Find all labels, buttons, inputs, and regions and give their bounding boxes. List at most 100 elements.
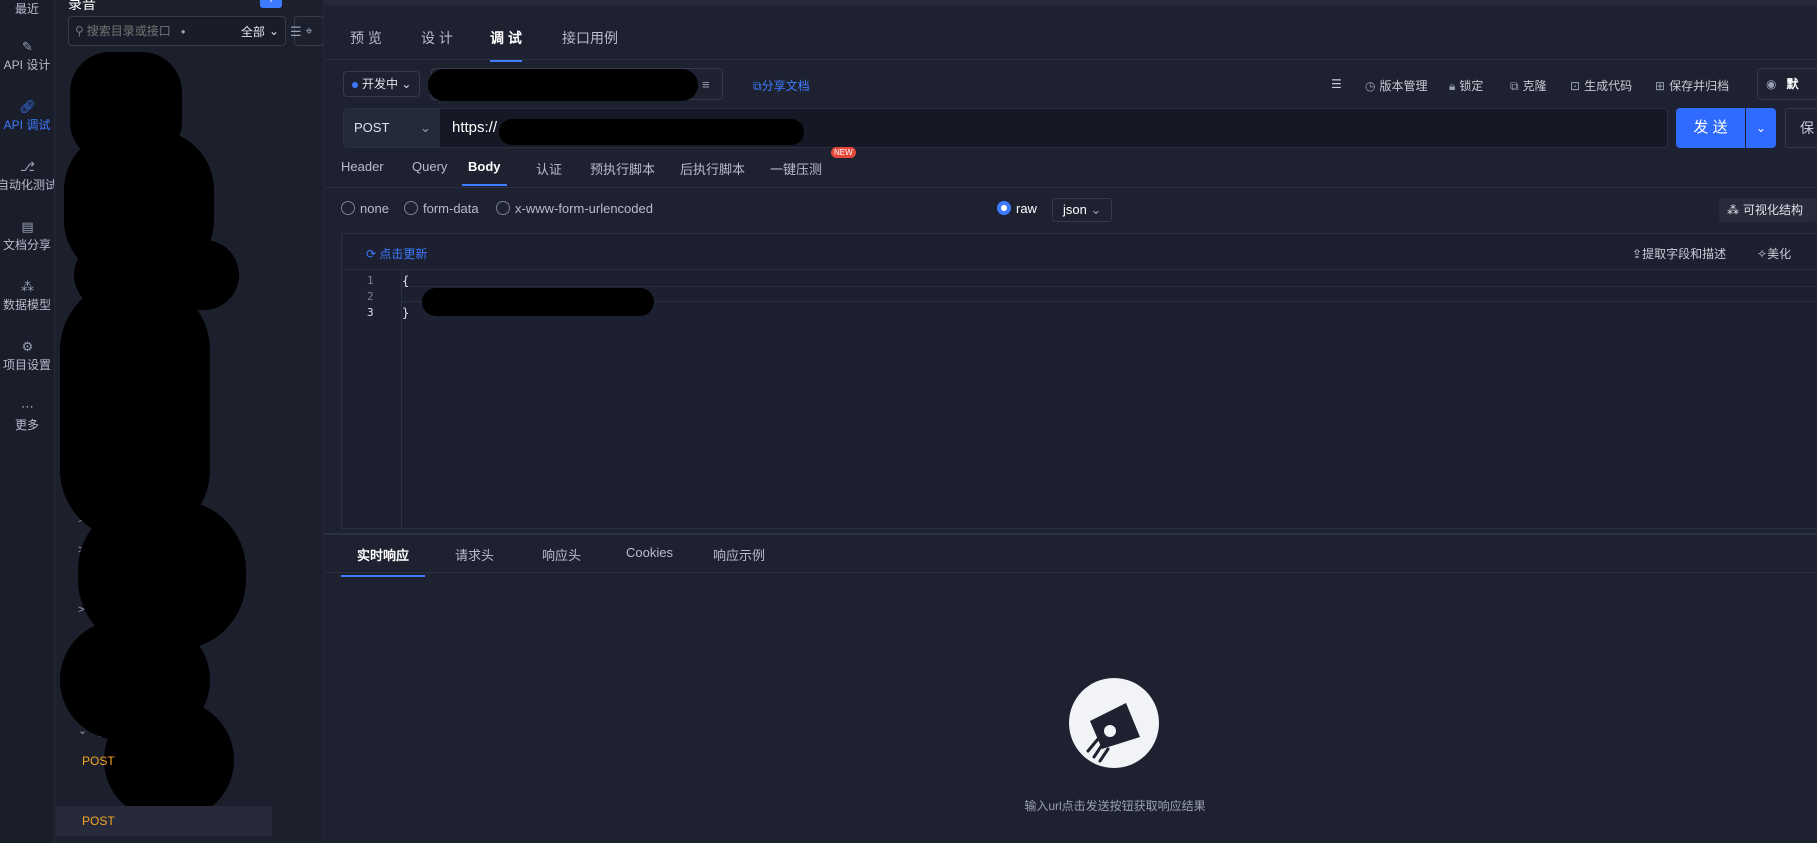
tab-cases[interactable]: 接口用例 — [562, 28, 618, 60]
rail-label: 数据模型 — [2, 298, 51, 312]
magic-wand-icon: ✧ — [1757, 247, 1768, 261]
rail-label: API 设计 — [3, 58, 51, 72]
extract-fields-button[interactable]: ⇪提取字段和描述 — [1632, 245, 1726, 262]
doc-share-icon: ▤ — [21, 219, 34, 234]
rail-item-project-settings[interactable]: ⚙ 项目设置 — [0, 338, 54, 373]
upload-icon: ⇪ — [1632, 247, 1643, 261]
search-input[interactable] — [86, 24, 177, 38]
rail-item-api-debug[interactable]: 🔗︎ API 调试 — [0, 98, 54, 133]
tab-pre-script[interactable]: 预执行脚本 — [590, 159, 655, 188]
method-label: POST — [354, 120, 390, 135]
method-select[interactable]: POST ⌄ — [344, 109, 440, 147]
tab-body[interactable]: Body — [462, 159, 507, 186]
tab-query[interactable]: Query — [412, 159, 447, 184]
editor-header: ⟳ 点击更新 ⇪提取字段和描述 ✧美化 — [342, 234, 1817, 270]
tree-search[interactable]: ⚲ ● 全部 ⌄ — [68, 16, 286, 46]
send-button[interactable]: 发 送 — [1676, 108, 1745, 148]
tool-label: 版本管理 — [1379, 79, 1428, 93]
redaction — [422, 288, 654, 316]
copy-icon: ⧉ — [1510, 79, 1519, 93]
tool-label: 克隆 — [1522, 79, 1547, 93]
code-line: { — [402, 274, 410, 288]
filter-icon[interactable]: ☰ — [290, 24, 302, 40]
clone-button[interactable]: ⧉ 克隆 — [1510, 77, 1547, 94]
tab-auth[interactable]: 认证 — [536, 159, 562, 188]
rail-item-doc-share[interactable]: ▤ 文档分享 — [0, 218, 54, 253]
body-editor[interactable]: ⟳ 点击更新 ⇪提取字段和描述 ✧美化 1 2 3 { } — [341, 233, 1817, 529]
preview-label: 默 — [1786, 77, 1799, 91]
env-label: 开发中 — [362, 77, 399, 91]
code-icon: ⊡ — [1570, 79, 1581, 93]
share-label: 分享文档 — [761, 79, 810, 93]
code-line: } — [402, 306, 410, 320]
tab-cookies[interactable]: Cookies — [626, 545, 673, 571]
save-archive-button[interactable]: ⊞ 保存并归档 — [1655, 77, 1729, 94]
tool-label: 保存并归档 — [1669, 79, 1730, 93]
external-link-icon: ⧉ — [753, 79, 762, 93]
rail-label: 文档分享 — [2, 238, 51, 252]
line-gutter: 1 2 3 — [342, 270, 402, 528]
add-button[interactable]: + — [260, 0, 282, 8]
settings-icon: ⚙ — [21, 339, 34, 354]
main-panel: 预 览 设 计 调 试 接口用例 开发中 ⌄ ≡ ⧉分享文档 ☰ ◷ 版本管理 🔒… — [325, 0, 1817, 843]
rail-item-recent[interactable]: 最近 — [0, 0, 54, 17]
viz-label: 可视化结构 — [1743, 203, 1804, 217]
radio-label: x-www-form-urlencoded — [515, 201, 653, 216]
more-icon: ⋯ — [21, 399, 34, 414]
status-dot — [352, 81, 358, 88]
url-text: https:// — [452, 119, 498, 136]
tab-response-example[interactable]: 响应示例 — [713, 545, 765, 575]
chevron-down-icon: ⌄ — [1090, 202, 1102, 217]
line-number: 1 — [367, 274, 374, 287]
tab-header[interactable]: Header — [341, 159, 384, 184]
redaction — [428, 69, 698, 101]
radio-circle — [404, 201, 418, 215]
eye-icon: ◉ — [1766, 77, 1777, 91]
share-doc-link[interactable]: ⧉分享文档 — [753, 77, 810, 94]
left-rail: 最近 ✎ API 设计 🔗︎ API 调试 ⎇ 自动化测试 ▤ 文档分享 ⁂ 数… — [0, 0, 55, 843]
rail-item-auto-test[interactable]: ⎇ 自动化测试 — [0, 158, 54, 193]
json-view-button[interactable]: {} — [1811, 198, 1817, 222]
lock-button[interactable]: 🔒︎ 锁定 — [1449, 77, 1483, 94]
env-select[interactable]: 开发中 ⌄ — [343, 71, 421, 97]
version-button[interactable]: ◷ 版本管理 — [1365, 77, 1428, 94]
send-dropdown[interactable]: ⌄ — [1746, 108, 1776, 148]
response-tabs: 实时响应 请求头 响应头 Cookies 响应示例 — [325, 533, 1817, 577]
outline-icon[interactable]: ☰ — [1331, 77, 1342, 91]
tab-debug[interactable]: 调 试 — [490, 28, 522, 62]
radio-urlencoded[interactable]: x-www-form-urlencoded — [496, 201, 653, 216]
url-input[interactable]: POST ⌄ https:// — [343, 108, 1668, 148]
top-strip — [325, 0, 1817, 6]
structure-icon: ⁂ — [1727, 203, 1739, 217]
api-tree-panel: 录音 + ⚲ ● 全部 ⌄ ⌖ ☰ > > > > > > > > > > ⌄ … — [56, 0, 324, 843]
rail-item-more[interactable]: ⋯ 更多 — [0, 398, 54, 433]
gen-code-button[interactable]: ⊡ 生成代码 — [1570, 77, 1632, 94]
radio-raw[interactable]: raw — [997, 201, 1037, 216]
tab-load-test[interactable]: 一键压测 — [770, 159, 822, 188]
radio-form-data[interactable]: form-data — [404, 201, 479, 216]
radio-label: raw — [1016, 201, 1037, 216]
radio-label: form-data — [423, 201, 479, 216]
tab-design[interactable]: 设 计 — [421, 28, 453, 60]
visual-structure-button[interactable]: ⁂ 可视化结构 — [1719, 198, 1812, 222]
tab-response-headers[interactable]: 响应头 — [542, 545, 581, 575]
radio-circle — [997, 201, 1011, 215]
api-name-input[interactable]: ≡ — [428, 68, 723, 101]
scope-select[interactable]: 全部 — [241, 23, 265, 40]
tab-live-response[interactable]: 实时响应 — [341, 545, 426, 577]
tab-preview[interactable]: 预 览 — [350, 28, 382, 60]
format-select[interactable]: json ⌄ — [1052, 198, 1112, 222]
tab-request-headers[interactable]: 请求头 — [455, 545, 494, 575]
update-button[interactable]: ⟳ 点击更新 — [366, 245, 427, 262]
preview-mode-select[interactable]: ◉ 默 — [1757, 68, 1817, 100]
tab-post-script[interactable]: 后执行脚本 — [680, 159, 745, 188]
beautify-button[interactable]: ✧美化 — [1757, 245, 1791, 262]
model-icon: ⁂ — [21, 279, 34, 294]
edit-desc-icon[interactable]: ≡ — [702, 77, 710, 92]
rail-label: API 调试 — [3, 118, 51, 132]
radio-none[interactable]: none — [341, 201, 389, 216]
save-button[interactable]: 保 — [1785, 108, 1817, 148]
send-illustration-icon — [1069, 678, 1159, 768]
rail-item-api-design[interactable]: ✎ API 设计 — [0, 38, 54, 73]
rail-item-data-model[interactable]: ⁂ 数据模型 — [0, 278, 54, 313]
